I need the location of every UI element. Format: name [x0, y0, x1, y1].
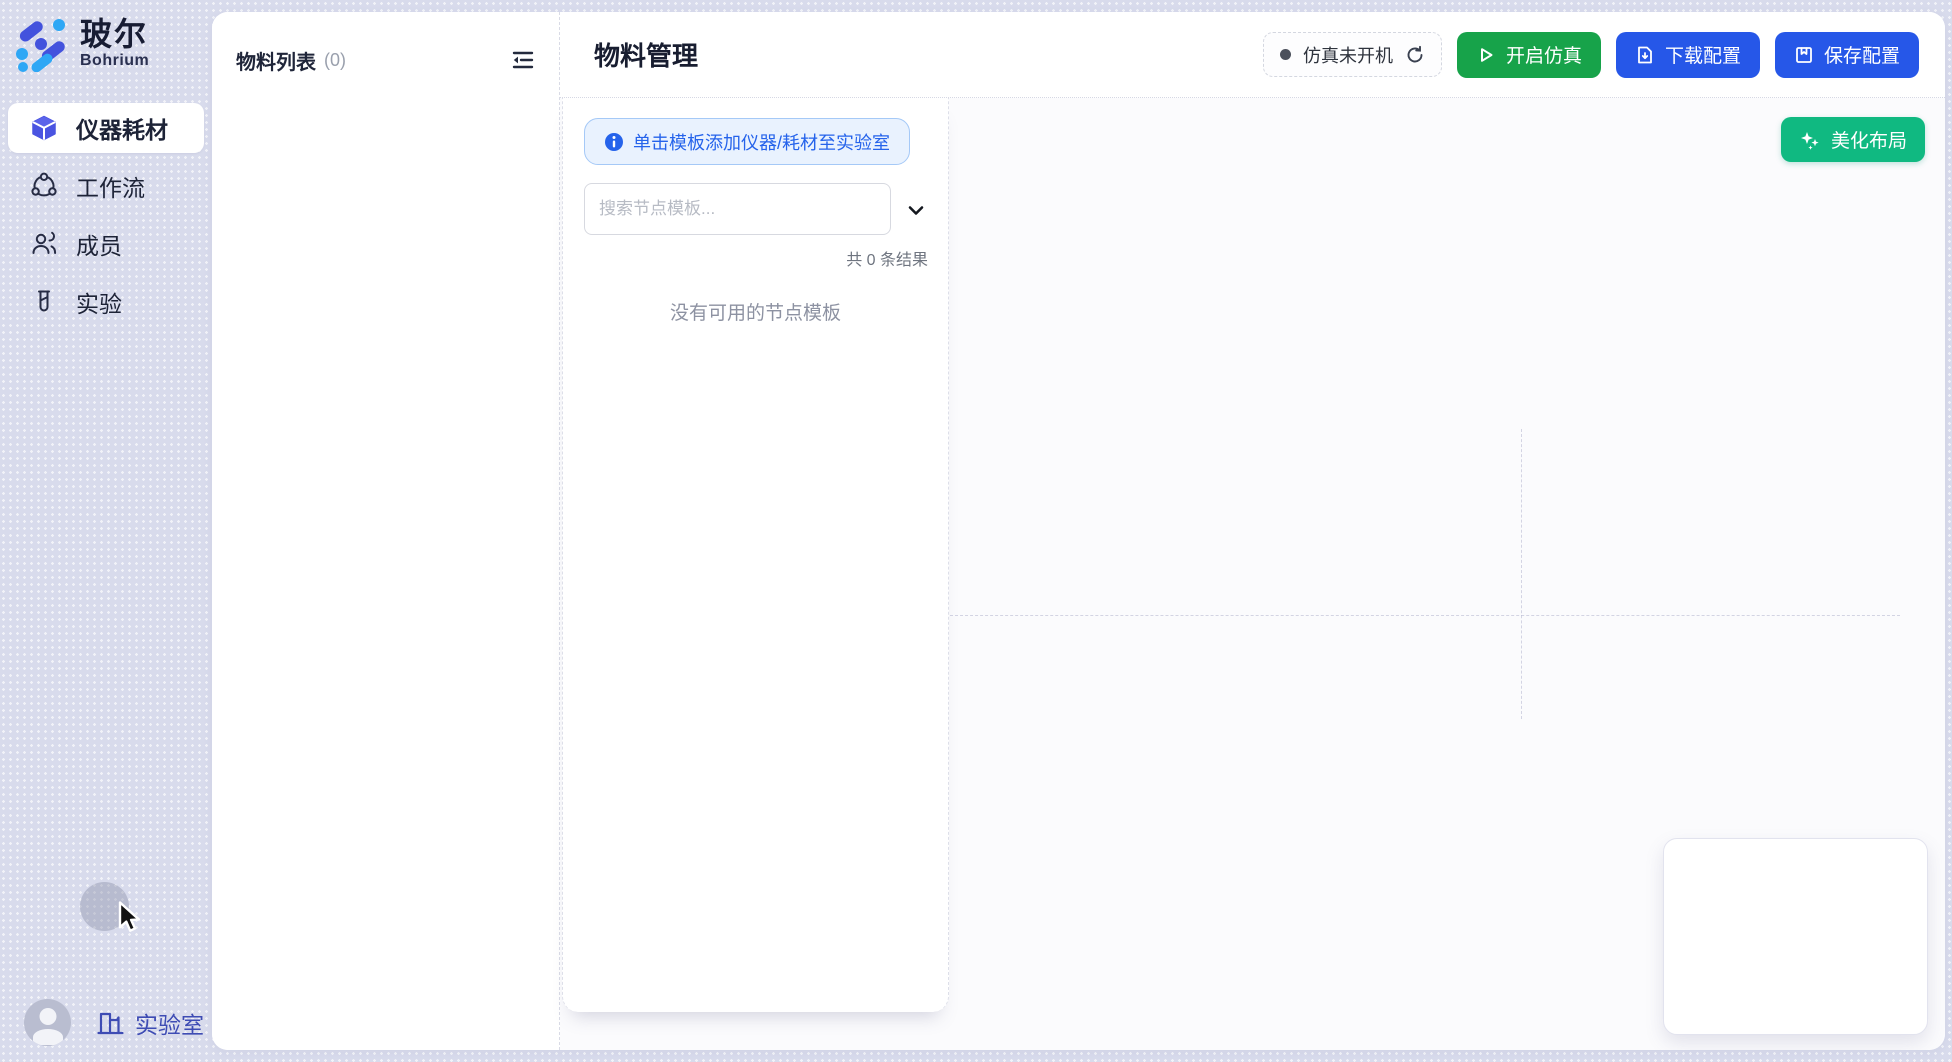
material-list-panel: 物料列表 (0): [212, 12, 560, 1050]
mouse-cursor: [117, 901, 147, 937]
hint-banner: 单击模板添加仪器/耗材至实验室: [584, 118, 910, 165]
members-icon: [30, 230, 58, 258]
alignment-guide-horizontal: [950, 615, 1900, 616]
material-list-header: 物料列表 (0): [212, 12, 559, 76]
download-file-icon: [1635, 45, 1655, 65]
sparkles-icon: [1799, 129, 1821, 151]
empty-templates-text: 没有可用的节点模板: [563, 298, 948, 325]
sidebar-item-instruments[interactable]: 仪器耗材: [8, 103, 204, 153]
sidebar-menu: 仪器耗材 工作流 成员: [0, 103, 212, 327]
info-icon: [604, 132, 624, 152]
sidebar-footer: 实验室: [0, 999, 212, 1046]
simulation-status-text: 仿真未开机: [1303, 42, 1393, 68]
search-node-template-input[interactable]: [584, 183, 891, 235]
sidebar-item-label: 仪器耗材: [76, 111, 168, 145]
sidebar-item-label: 成员: [76, 227, 122, 261]
material-list-title: 物料列表: [236, 46, 316, 75]
material-list-count: (0): [324, 50, 346, 71]
download-config-button[interactable]: 下载配置: [1616, 32, 1760, 78]
page-title: 物料管理: [594, 36, 698, 73]
search-row: [584, 183, 929, 235]
sidebar-item-workflow[interactable]: 工作流: [8, 161, 204, 211]
play-icon: [1476, 45, 1496, 65]
refresh-status-button[interactable]: [1405, 45, 1425, 65]
lab-link[interactable]: 实验室: [95, 1006, 204, 1040]
cube-icon: [30, 114, 58, 142]
brand-subtitle: Bohrium: [80, 52, 149, 70]
brand: 玻尔 Bohrium: [0, 0, 212, 72]
node-template-panel: 单击模板添加仪器/耗材至实验室 共 0 条结果 没有可用的节点模板: [562, 98, 949, 1012]
start-simulation-button[interactable]: 开启仿真: [1457, 32, 1601, 78]
results-count: 共 0 条结果: [846, 246, 928, 270]
lab-label: 实验室: [135, 1006, 204, 1040]
experiment-icon: [30, 288, 58, 316]
brand-name: 玻尔: [80, 18, 149, 52]
collapse-panel-button[interactable]: [507, 44, 539, 76]
main-card: 物料列表 (0) 物料管理 仿真未开机: [212, 12, 1945, 1050]
workflow-icon: [30, 172, 58, 200]
sidebar-item-label: 实验: [76, 285, 122, 319]
alignment-guide-vertical: [1521, 429, 1522, 719]
beautify-layout-button[interactable]: 美化布局: [1781, 117, 1925, 162]
bohrium-logo-icon: [14, 16, 68, 72]
chevron-down-icon[interactable]: [903, 197, 929, 223]
page-header: 物料管理 仿真未开机: [560, 12, 1945, 98]
save-icon: [1794, 45, 1814, 65]
sidebar-item-label: 工作流: [76, 169, 145, 203]
user-avatar[interactable]: [24, 999, 71, 1046]
lab-canvas[interactable]: 单击模板添加仪器/耗材至实验室 共 0 条结果 没有可用的节点模板: [560, 98, 1945, 1050]
building-icon: [95, 1008, 125, 1038]
simulation-status-pill: 仿真未开机: [1263, 32, 1442, 77]
minimap-panel[interactable]: [1663, 838, 1928, 1035]
header-actions: 仿真未开机 开启仿真: [1263, 32, 1919, 78]
sidebar-item-members[interactable]: 成员: [8, 219, 204, 269]
status-dot-icon: [1280, 49, 1291, 60]
save-config-button[interactable]: 保存配置: [1775, 32, 1919, 78]
main-area: 物料管理 仿真未开机: [560, 12, 1945, 1050]
sidebar-item-experiments[interactable]: 实验: [8, 277, 204, 327]
hint-text: 单击模板添加仪器/耗材至实验室: [633, 129, 890, 155]
